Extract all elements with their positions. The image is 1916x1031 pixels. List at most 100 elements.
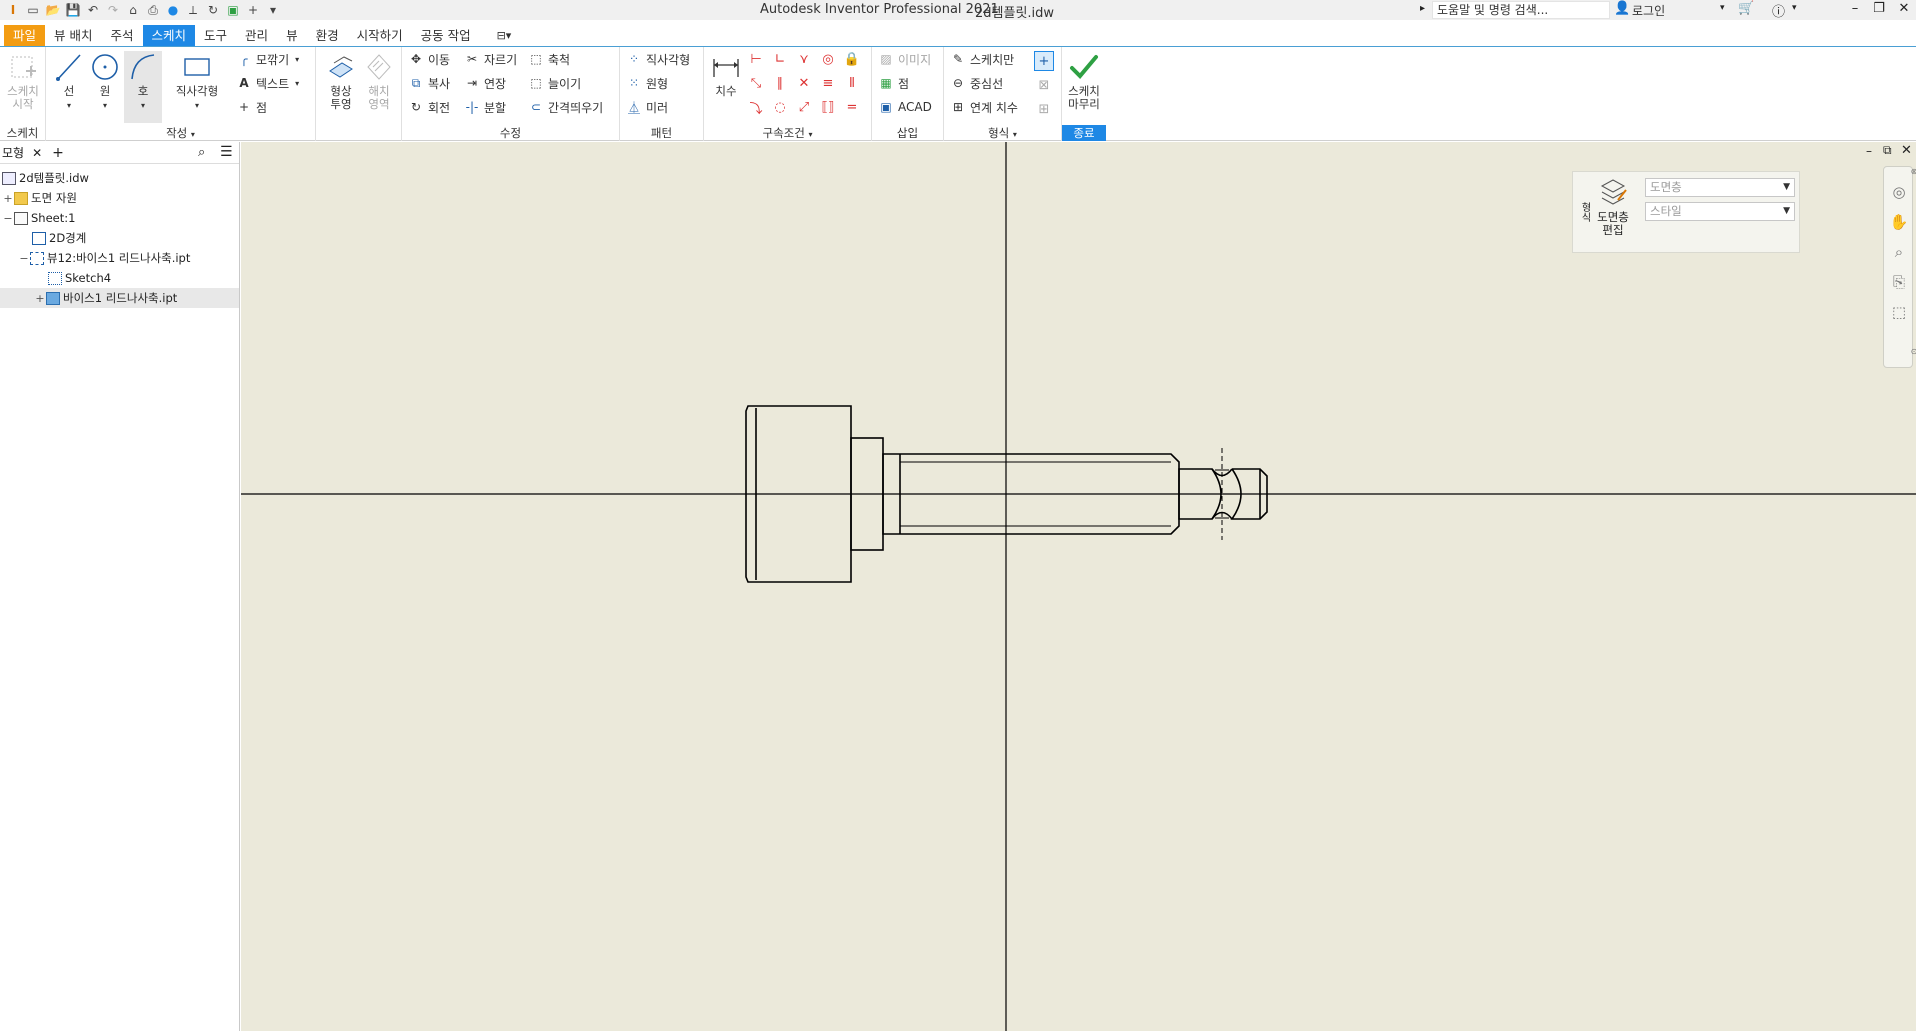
- equal-length-icon[interactable]: =: [842, 97, 862, 117]
- extend-button[interactable]: ⇥ 연장: [464, 73, 506, 93]
- user-icon[interactable]: 👤: [1614, 1, 1630, 16]
- hatch-button[interactable]: 해치 영역: [362, 51, 396, 111]
- zoom-window-icon[interactable]: ⬚: [1889, 303, 1909, 323]
- collapse-icon[interactable]: −: [2, 212, 14, 225]
- browser-search-icon[interactable]: ⌕: [198, 145, 205, 160]
- tab-tools[interactable]: 도구: [195, 25, 236, 46]
- text-button[interactable]: A 텍스트 ▾: [236, 73, 299, 93]
- scale-button[interactable]: ⬚ 축척: [528, 49, 570, 69]
- start-sketch-button[interactable]: 스케치 시작: [2, 51, 44, 111]
- rectangle-dropdown-icon[interactable]: ▾: [195, 101, 199, 110]
- help-dropdown-icon[interactable]: ▾: [1792, 3, 1797, 13]
- hide-constraints-toggle-icon[interactable]: ⊠: [1034, 75, 1054, 95]
- horizontal-constraint-icon[interactable]: ⊢: [746, 49, 766, 69]
- canvas-minimize-icon[interactable]: –: [1866, 144, 1872, 158]
- perpendicular-constraint-icon[interactable]: ✕: [794, 73, 814, 93]
- constrain-panel-label[interactable]: 구속조건 ▾: [704, 125, 871, 141]
- create-panel-expand-icon[interactable]: ▾: [191, 130, 195, 139]
- constrain-panel-expand-icon[interactable]: ▾: [808, 130, 812, 139]
- tree-item-border[interactable]: 2D경계: [32, 228, 86, 248]
- minimize-button[interactable]: –: [1844, 1, 1866, 19]
- layer-dropdown[interactable]: 도면층 ▼: [1645, 178, 1795, 197]
- help-search-input[interactable]: 도움말 및 명령 검색...: [1432, 1, 1610, 19]
- zoom-all-icon[interactable]: ⎘: [1889, 273, 1909, 293]
- fillet-button[interactable]: ╭ 모깎기 ▾: [236, 49, 299, 69]
- circular-pattern-button[interactable]: ⁙ 원형: [626, 73, 668, 93]
- rectangular-pattern-button[interactable]: ⁘ 직사각형: [626, 49, 690, 69]
- mirror-button[interactable]: ⏅ 미러: [626, 97, 668, 117]
- login-button[interactable]: 로그인: [1632, 2, 1665, 19]
- split-button[interactable]: -|- 분할: [464, 97, 506, 117]
- bracket-constraint-icon[interactable]: ⟦⟧: [818, 97, 838, 117]
- line-dropdown-icon[interactable]: ▾: [67, 101, 71, 110]
- cart-icon[interactable]: 🛒: [1738, 1, 1754, 16]
- smooth-constraint-icon[interactable]: ⤵: [746, 97, 766, 117]
- project-geometry-button[interactable]: 형상 투영: [324, 51, 358, 111]
- format-panel-expand-icon[interactable]: ▾: [1013, 130, 1017, 139]
- circle-button[interactable]: 원 ▾: [88, 51, 122, 112]
- tree-item-drawing-resources[interactable]: + 도면 자원: [2, 188, 77, 208]
- tab-view[interactable]: 뷰: [277, 25, 307, 46]
- fillet-dropdown-icon[interactable]: ▾: [295, 55, 299, 64]
- add-icon[interactable]: +: [244, 1, 262, 19]
- save-icon[interactable]: 💾: [64, 1, 82, 19]
- acad-button[interactable]: ▣ ACAD: [878, 97, 932, 117]
- tangent-circle-icon[interactable]: ◌: [770, 97, 790, 117]
- dimension-button[interactable]: 치수: [708, 51, 744, 98]
- arc-dropdown-icon[interactable]: ▾: [141, 101, 145, 110]
- tab-get-started[interactable]: 시작하기: [348, 25, 412, 46]
- equal-constraint-icon[interactable]: ⤢: [794, 97, 814, 117]
- finish-sketch-button[interactable]: 스케치 마무리: [1064, 51, 1104, 111]
- expand-icon[interactable]: +: [2, 192, 14, 205]
- copy-button[interactable]: ⧉ 복사: [408, 73, 450, 93]
- inventor-logo-icon[interactable]: I: [4, 1, 22, 19]
- symmetric-constraint-icon[interactable]: ⫴: [842, 73, 862, 93]
- update-icon[interactable]: ↻: [204, 1, 222, 19]
- canvas-restore-icon[interactable]: ⧉: [1883, 143, 1892, 158]
- browser-close-icon[interactable]: ✕: [32, 146, 42, 160]
- trim-button[interactable]: ✂ 자르기: [464, 49, 517, 69]
- rotate-button[interactable]: ↻ 회전: [408, 97, 450, 117]
- measure-icon[interactable]: ⟂: [184, 1, 202, 19]
- fix-constraint-icon[interactable]: 🔒: [842, 49, 862, 69]
- canvas-close-icon[interactable]: ✕: [1901, 143, 1912, 158]
- insert-image-button[interactable]: ▨ 이미지: [878, 49, 931, 69]
- pan-icon[interactable]: ✋: [1889, 213, 1909, 233]
- new-file-icon[interactable]: ▭: [24, 1, 42, 19]
- coincident-constraint-icon[interactable]: ⤡: [746, 73, 766, 93]
- tree-item-view[interactable]: − 뷰12:바이스1 리드나사축.ipt: [18, 248, 190, 268]
- create-panel-label[interactable]: 작성 ▾: [46, 125, 315, 141]
- parallel-constraint-icon[interactable]: ∥: [770, 73, 790, 93]
- tree-item-part[interactable]: + 바이스1 리드나사축.ipt: [0, 288, 239, 308]
- tangent-constraint-icon[interactable]: ⋎: [794, 49, 814, 69]
- stretch-button[interactable]: ⬚ 늘이기: [528, 73, 581, 93]
- edit-layers-button[interactable]: 도면층 편집: [1591, 176, 1635, 237]
- browser-tab-model[interactable]: 모형: [2, 144, 24, 161]
- tree-item-sketch[interactable]: Sketch4: [48, 268, 111, 288]
- tab-place-views[interactable]: 뷰 배치: [45, 25, 101, 46]
- close-button[interactable]: ✕: [1893, 1, 1915, 19]
- drawing-svg[interactable]: [241, 142, 1916, 1031]
- collapse-icon[interactable]: −: [18, 252, 30, 265]
- expand-icon[interactable]: +: [34, 292, 46, 305]
- tab-manage[interactable]: 관리: [236, 25, 277, 46]
- circle-dropdown-icon[interactable]: ▾: [103, 101, 107, 110]
- ribbon-options-icon[interactable]: ⊟▾: [488, 25, 521, 46]
- customize-qa-icon[interactable]: ▾: [264, 1, 282, 19]
- tree-item-drawing[interactable]: 2d템플릿.idw: [2, 168, 89, 188]
- zoom-icon[interactable]: ⌕: [1889, 243, 1909, 263]
- tree-item-sheet[interactable]: − Sheet:1: [2, 208, 75, 228]
- browser-menu-icon[interactable]: ☰: [220, 144, 233, 160]
- vertical-constraint-icon[interactable]: ∟: [770, 49, 790, 69]
- sketch-only-button[interactable]: ✎ 스케치만: [950, 49, 1014, 69]
- point-button[interactable]: + 점: [236, 97, 267, 117]
- redo-icon[interactable]: ↷: [104, 1, 122, 19]
- move-button[interactable]: ✥ 이동: [408, 49, 450, 69]
- show-constraints-toggle-icon[interactable]: +: [1034, 51, 1054, 71]
- tab-environments[interactable]: 환경: [307, 25, 348, 46]
- driven-dimension-button[interactable]: ⊞ 연계 치수: [950, 97, 1018, 117]
- format-panel-label[interactable]: 형식 ▾: [944, 125, 1061, 141]
- undo-icon[interactable]: ↶: [84, 1, 102, 19]
- graphics-canvas[interactable]: 형식 도면층 편집 도면층 ▼ 스타일 ▼ – ⧉ ✕ ⊗ ◎ ✋ ⌕ ⎘ ⬚ ⊙: [241, 142, 1916, 1031]
- export-icon[interactable]: ▣: [224, 1, 242, 19]
